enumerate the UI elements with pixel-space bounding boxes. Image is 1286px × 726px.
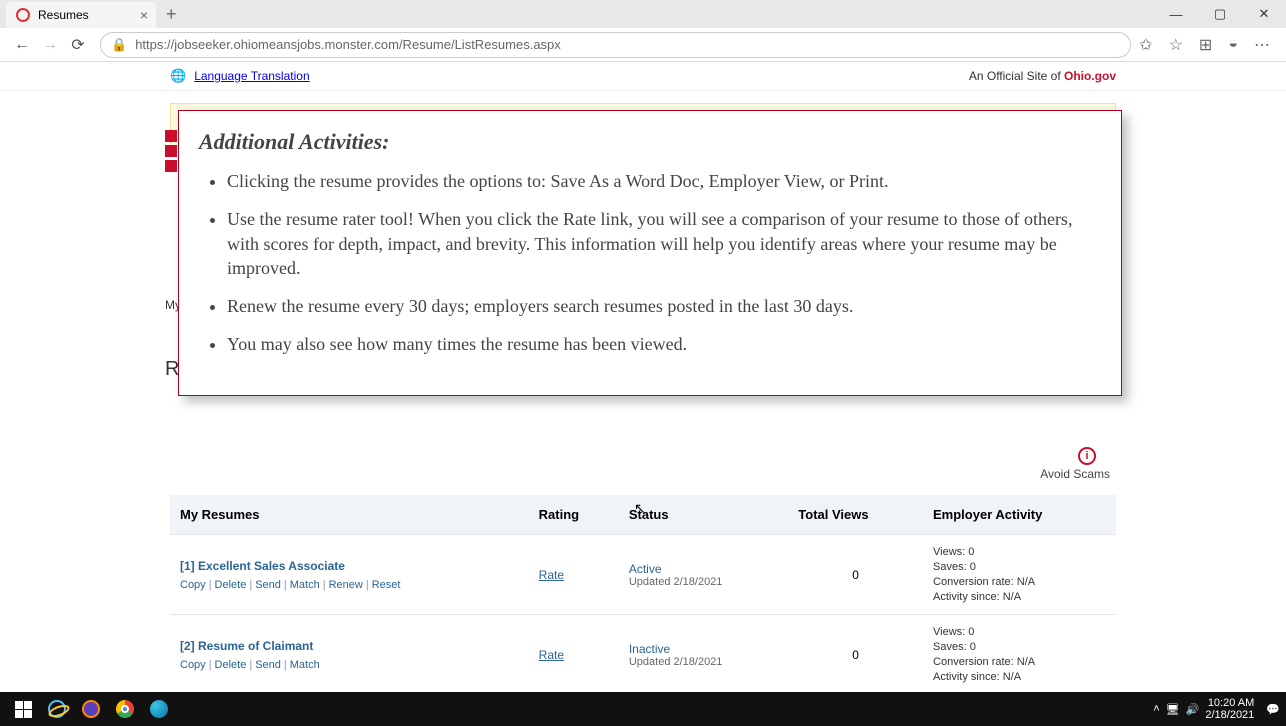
reload-button[interactable]: ⟳ (64, 31, 92, 59)
forward-button[interactable]: → (36, 31, 64, 59)
resume-action-match[interactable]: Match (290, 579, 320, 591)
windows-taskbar: ˄ 🖥 🔊 10:20 AM 2/18/2021 💬 (0, 692, 1286, 726)
close-window-button[interactable]: ✕ (1242, 0, 1286, 28)
resume-action-match[interactable]: Match (290, 659, 320, 671)
resume-action-renew[interactable]: Renew (329, 579, 363, 591)
rate-link[interactable]: Rate (539, 648, 564, 662)
maximize-button[interactable]: ▢ (1198, 0, 1242, 28)
overlay-bullet: Renew the resume every 30 days; employer… (227, 294, 1101, 318)
resume-action-delete[interactable]: Delete (215, 659, 247, 671)
overlay-bullet: You may also see how many times the resu… (227, 332, 1101, 356)
profile-icon[interactable]: ◒ (1228, 35, 1238, 55)
employer-activity-block: Views: 0Saves: 0Conversion rate: N/AActi… (933, 545, 1106, 604)
clock-date: 2/18/2021 (1205, 709, 1254, 721)
separator: | (209, 579, 212, 591)
separator: | (249, 659, 252, 671)
back-button[interactable]: ← (8, 31, 36, 59)
tray-network-icon[interactable]: 🖥 (1166, 703, 1180, 716)
edge-taskbar-icon[interactable] (142, 694, 176, 724)
new-tab-button[interactable]: + (166, 4, 177, 25)
resume-status[interactable]: Inactive (629, 642, 778, 656)
resume-status[interactable]: Active (629, 562, 778, 576)
separator: | (366, 579, 369, 591)
resume-action-copy[interactable]: Copy (180, 659, 206, 671)
language-translation-link[interactable]: Language Translation (194, 69, 309, 83)
separator: | (323, 579, 326, 591)
col-my-resumes: My Resumes (170, 495, 529, 535)
rate-link[interactable]: Rate (539, 568, 564, 582)
taskbar-clock[interactable]: 10:20 AM 2/18/2021 (1205, 697, 1260, 721)
browser-right-icons: ✩ ☆ ⊞ ◒ ⋯ (1139, 35, 1278, 55)
col-status: Status (619, 495, 788, 535)
separator: | (284, 659, 287, 671)
resume-action-send[interactable]: Send (255, 579, 281, 591)
tray-chevron-icon[interactable]: ˄ (1153, 703, 1159, 715)
table-row: [2] Resume of ClaimantCopy|Delete|Send|M… (170, 615, 1116, 692)
avoid-scams-area: i Avoid Scams (170, 447, 1116, 481)
firefox-taskbar-icon[interactable] (74, 694, 108, 724)
info-icon[interactable]: i (1078, 447, 1096, 465)
overlay-bullet: Clicking the resume provides the options… (227, 169, 1101, 193)
resume-action-reset[interactable]: Reset (372, 579, 401, 591)
tab-close-button[interactable]: × (140, 7, 148, 23)
resume-title-link[interactable]: [2] Resume of Claimant (180, 639, 519, 653)
logo-fragment (165, 130, 177, 175)
separator: | (284, 579, 287, 591)
col-total-views: Total Views (788, 495, 923, 535)
col-employer-activity: Employer Activity (923, 495, 1116, 535)
overlay-title: Additional Activities: (199, 129, 1101, 155)
tab-title: Resumes (38, 8, 89, 22)
utility-bar: 🌐 Language Translation An Official Site … (0, 62, 1286, 91)
window-controls: — ▢ ✕ (1154, 0, 1286, 28)
total-views-value: 0 (788, 615, 923, 692)
resume-action-links: Copy|Delete|Send|Match (180, 659, 519, 671)
resume-table: My Resumes Rating Status Total Views Emp… (170, 495, 1116, 692)
total-views-value: 0 (788, 535, 923, 615)
browser-tab[interactable]: Resumes × (6, 2, 156, 28)
resume-updated: Updated 2/18/2021 (629, 576, 778, 588)
clock-time: 10:20 AM (1205, 697, 1254, 709)
col-rating: Rating (529, 495, 619, 535)
url-text: https://jobseeker.ohiomeansjobs.monster.… (135, 37, 561, 52)
resume-action-send[interactable]: Send (255, 659, 281, 671)
tab-favicon-icon (16, 8, 30, 22)
separator: | (249, 579, 252, 591)
address-bar-row: ← → ⟳ 🔒 https://jobseeker.ohiomeansjobs.… (0, 28, 1286, 62)
resume-action-links: Copy|Delete|Send|Match|Renew|Reset (180, 579, 519, 591)
resume-action-copy[interactable]: Copy (180, 579, 206, 591)
resume-action-delete[interactable]: Delete (215, 579, 247, 591)
additional-activities-overlay: Additional Activities: Clicking the resu… (178, 110, 1122, 396)
official-site-prefix: An Official Site of (969, 69, 1064, 83)
ohio-gov-brand: Ohio.gov (1064, 69, 1116, 83)
overlay-bullet: Use the resume rater tool! When you clic… (227, 207, 1101, 280)
globe-icon: 🌐 (170, 68, 186, 84)
resume-updated: Updated 2/18/2021 (629, 656, 778, 668)
employer-activity-block: Views: 0Saves: 0Conversion rate: N/AActi… (933, 625, 1106, 684)
system-tray[interactable]: ˄ 🖥 🔊 10:20 AM 2/18/2021 💬 (1153, 697, 1280, 721)
collections-icon[interactable]: ⊞ (1199, 35, 1212, 55)
tray-volume-icon[interactable]: 🔊 (1186, 703, 1200, 716)
chrome-taskbar-icon[interactable] (108, 694, 142, 724)
reading-list-icon[interactable]: ✩ (1139, 35, 1152, 55)
browser-tab-strip: Resumes × + — ▢ ✕ (0, 0, 1286, 28)
notification-center-icon[interactable]: 💬 (1266, 703, 1280, 716)
more-menu-icon[interactable]: ⋯ (1254, 35, 1270, 55)
minimize-button[interactable]: — (1154, 0, 1198, 28)
avoid-scams-link[interactable]: Avoid Scams (1040, 467, 1110, 481)
ohio-gov-badge[interactable]: An Official Site of Ohio.gov (969, 69, 1116, 83)
separator: | (209, 659, 212, 671)
ie-taskbar-icon[interactable] (40, 694, 74, 724)
resume-title-link[interactable]: [1] Excellent Sales Associate (180, 559, 519, 573)
start-button[interactable] (6, 694, 40, 724)
url-input[interactable]: 🔒 https://jobseeker.ohiomeansjobs.monste… (100, 32, 1131, 58)
lock-icon: 🔒 (111, 37, 127, 53)
table-row: [1] Excellent Sales AssociateCopy|Delete… (170, 535, 1116, 615)
favorites-icon[interactable]: ☆ (1169, 35, 1183, 55)
